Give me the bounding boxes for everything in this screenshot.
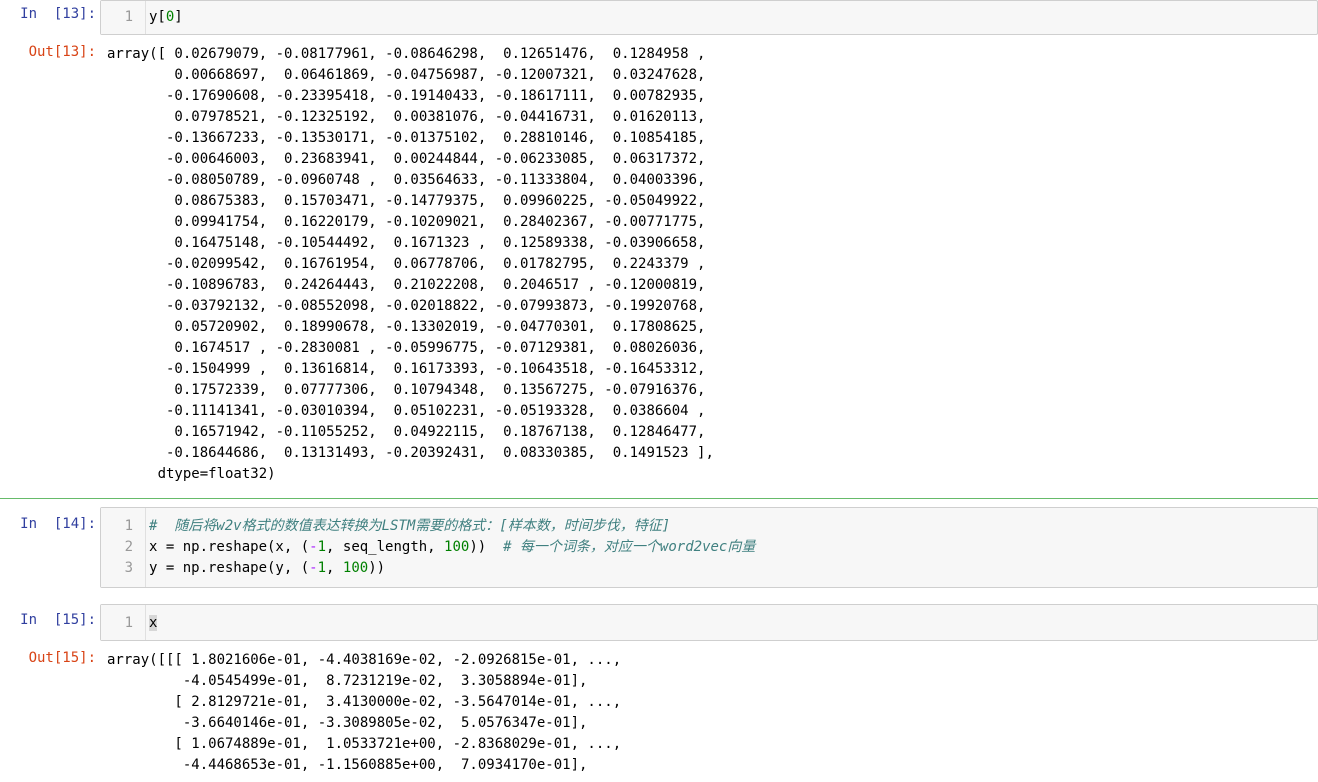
code-line[interactable]: x = np.reshape(x, (-1, seq_length, 100))… [149,537,1313,558]
line-number-gutter: 1 2 3 [101,508,146,587]
line-number-gutter: 1 [101,605,146,640]
line-number: 1 [124,9,133,25]
code-line[interactable]: # 随后将w2v格式的数值表达转换为LSTM需要的格式：[样本数，时间步伐，特征… [149,516,1313,537]
line-number: 3 [124,560,133,576]
selected-cell-divider [0,498,1318,499]
line-number-gutter: 1 [101,1,146,34]
cell-14-code-editor[interactable]: 1 2 3 # 随后将w2v格式的数值表达转换为LSTM需要的格式：[样本数，时… [100,507,1318,588]
line-number: 1 [124,518,133,534]
code-line[interactable]: x [149,613,1313,634]
cell-15-output: array([[[ 1.8021606e-01, -4.4038169e-02,… [107,652,622,773]
cell-14-in-prompt: In [14]: [20,516,96,532]
cell-13-out-prompt: Out[13]: [28,44,96,60]
cell-13-code-editor[interactable]: 1 y[0] [100,0,1318,35]
code-line[interactable]: y[0] [149,7,1313,28]
selected-text: x [149,615,158,631]
line-number: 1 [124,615,133,631]
code-line[interactable]: y = np.reshape(y, (-1, 100)) [149,558,1313,579]
cell-15-code-editor[interactable]: 1 x [100,604,1318,641]
cell-15-out-prompt: Out[15]: [28,650,96,666]
cell-15-in-prompt: In [15]: [20,612,96,628]
line-number: 2 [124,539,133,555]
cell-13-in-prompt: In [13]: [20,6,96,22]
cell-13-output: array([ 0.02679079, -0.08177961, -0.0864… [107,46,714,482]
